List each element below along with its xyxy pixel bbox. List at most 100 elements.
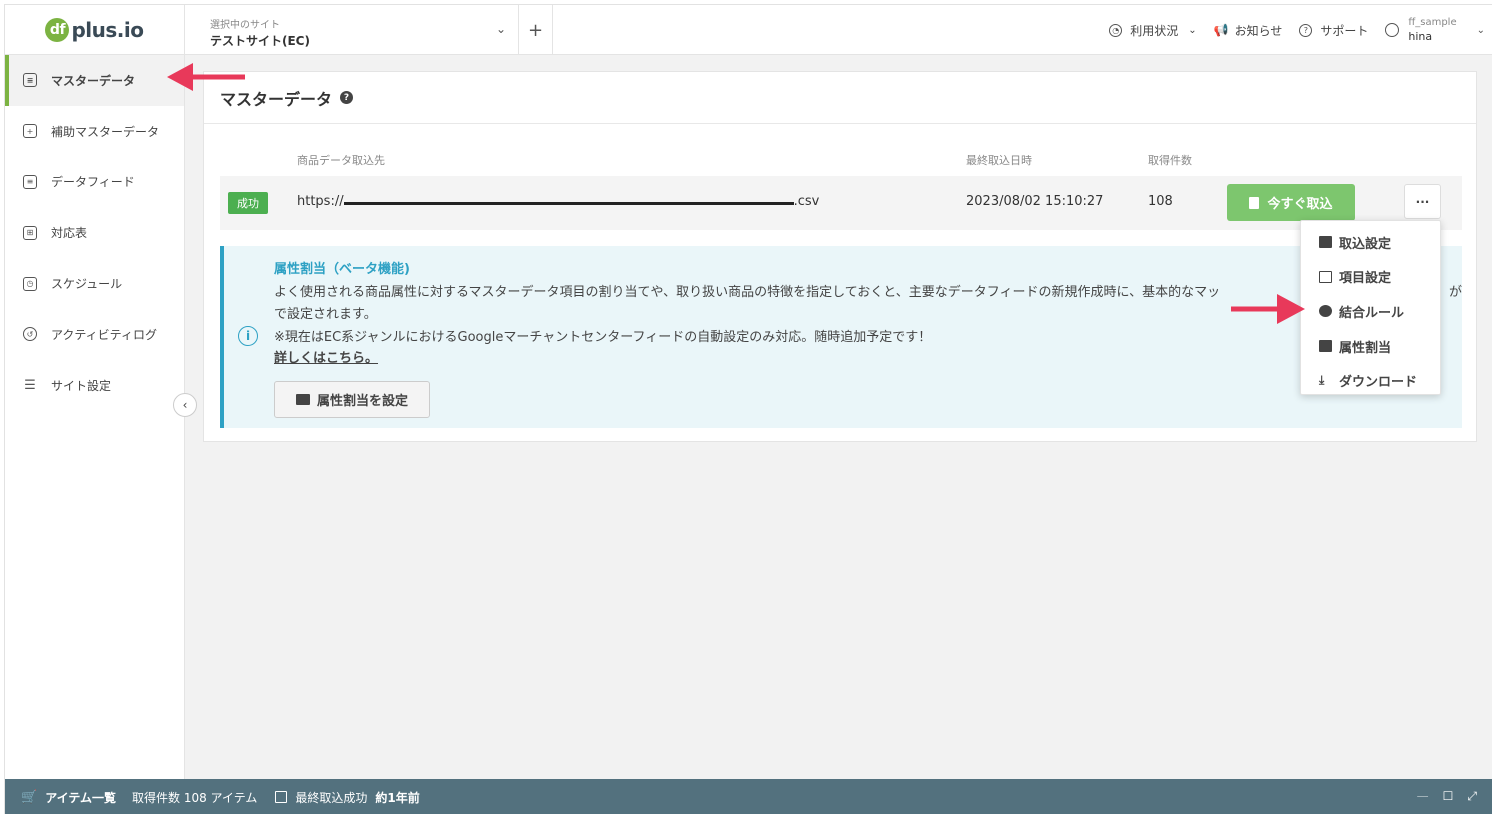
merge-icon <box>1319 305 1332 318</box>
sidebar-item-label: データフィード <box>51 175 135 190</box>
table-icon: ⊞ <box>23 225 37 240</box>
minimize-icon[interactable]: — <box>1417 789 1429 804</box>
logo[interactable]: df plus.io <box>5 5 185 55</box>
folder-import-icon <box>1319 236 1332 249</box>
info-text-line1: よく使用される商品属性に対するマスターデータ項目の割り当てや、取り扱い商品の特徴… <box>274 285 1221 300</box>
top-header: df plus.io 選択中のサイト テストサイト(EC) ⌄ + ◔ 利用状況… <box>5 5 1492 55</box>
menu-item-attribute-assignment[interactable]: 属性割当 <box>1301 329 1440 364</box>
database-plus-icon: + <box>23 124 37 139</box>
menu-item-label: ダウンロード <box>1339 375 1418 391</box>
user-id: ff_sample <box>1408 17 1457 28</box>
sidebar-item-label: サイト設定 <box>51 378 112 393</box>
item-count-text: 取得件数 108 アイテム <box>132 790 258 805</box>
database-icon: ≡ <box>23 73 37 88</box>
redacted-url <box>343 193 794 205</box>
chevron-down-icon: ⌄ <box>1476 24 1485 36</box>
sidebar-item-label: 対応表 <box>51 226 88 241</box>
user-name: hina <box>1408 30 1433 43</box>
table-row: 成功 https://.csv 2023/08/02 15:10:27 108 … <box>220 176 1462 230</box>
url-suffix: .csv <box>793 194 820 209</box>
attribute-assignment-info: i 属性割当（ベータ機能) よく使用される商品属性に対するマスターデータ項目の割… <box>220 246 1462 428</box>
annotation-arrow-right <box>1231 294 1305 324</box>
import-now-button[interactable]: 今すぐ取込 <box>1227 184 1355 221</box>
file-icon: ≡ <box>23 174 37 189</box>
menu-item-label: 属性割当 <box>1339 340 1392 356</box>
status-bar: 🛒 アイテム一覧 取得件数 108 アイテム 最終取込成功 約1年前 — ☐ ⤢ <box>5 779 1492 814</box>
support-label: サポート <box>1320 23 1369 38</box>
sidebar-item-data-feed[interactable]: ≡ データフィード <box>5 157 184 208</box>
sidebar-item-mapping-table[interactable]: ⊞ 対応表 <box>5 207 184 258</box>
grid-icon <box>1319 270 1332 283</box>
item-list-link[interactable]: アイテム一覧 <box>45 789 116 806</box>
last-success-label: 最終取込成功 <box>295 790 368 805</box>
set-attribute-assignment-button[interactable]: 属性割当を設定 <box>274 381 430 418</box>
info-text-line3: ※現在はEC系ジャンルにおけるGoogleマーチャントセンターフィードの自動設定… <box>274 330 932 345</box>
sliders-icon: ☰ <box>24 377 36 393</box>
folder-icon <box>295 394 310 405</box>
info-title: 属性割当（ベータ機能) <box>274 262 410 277</box>
file-import-icon <box>1249 196 1260 209</box>
source-url: https:// .csv <box>297 194 819 209</box>
help-icon[interactable]: ? <box>340 91 354 104</box>
usage-menu[interactable]: ◔ 利用状況 ⌄ <box>1109 22 1197 39</box>
menu-item-label: 結合ルール <box>1339 305 1405 321</box>
set-attribute-assignment-label: 属性割当を設定 <box>316 394 408 409</box>
more-options-menu: 取込設定 項目設定 結合ルール 属性割当 ⤓ ダウンロード <box>1300 220 1441 395</box>
calendar-icon: ◷ <box>23 276 37 291</box>
menu-item-download[interactable]: ⤓ ダウンロード <box>1301 363 1440 398</box>
last-success-value: 約1年前 <box>375 790 420 805</box>
import-now-label: 今すぐ取込 <box>1267 197 1333 212</box>
site-selector-label: 選択中のサイト <box>210 20 280 31</box>
expand-icon[interactable]: ⤢ <box>1467 789 1477 804</box>
app-window: df plus.io 選択中のサイト テストサイト(EC) ⌄ + ◔ 利用状況… <box>4 4 1492 814</box>
question-icon: ? <box>1299 23 1313 37</box>
site-selector-value: テストサイト(EC) <box>210 34 310 48</box>
header-actions: ◔ 利用状況 ⌄ 📢 お知らせ ? サポート ff_sample hina ⌄ <box>1109 5 1492 55</box>
info-text-line1-end: が <box>1449 285 1463 300</box>
info-text-line2: で設定されます。 <box>274 307 377 322</box>
notice-link[interactable]: 📢 お知らせ <box>1214 22 1283 39</box>
megaphone-icon: 📢 <box>1213 23 1229 37</box>
master-data-card: マスターデータ ? 商品データ取込先 最終取込日時 取得件数 成功 https:… <box>203 71 1477 442</box>
column-header-last-import: 最終取込日時 <box>966 154 1032 167</box>
site-selector[interactable]: 選択中のサイト テストサイト(EC) ⌄ <box>185 5 519 55</box>
status-badge: 成功 <box>228 192 268 214</box>
last-import-date: 2023/08/02 15:10:27 <box>966 194 1104 209</box>
user-icon <box>1385 23 1400 37</box>
user-menu[interactable]: ff_sample hina ⌄ <box>1385 16 1485 44</box>
usage-label: 利用状況 <box>1130 23 1179 38</box>
menu-item-label: 取込設定 <box>1339 236 1392 252</box>
add-site-button[interactable]: + <box>519 5 553 55</box>
support-link[interactable]: ? サポート <box>1299 22 1368 39</box>
chevron-down-icon: ⌄ <box>1188 24 1197 36</box>
sidebar-item-master-data[interactable]: ≡ マスターデータ <box>5 55 184 106</box>
logo-text: plus.io <box>71 18 144 42</box>
chevron-left-icon: ‹ <box>182 398 188 412</box>
sidebar-item-label: アクティビティログ <box>51 327 157 342</box>
details-link[interactable]: 詳しくはこちら。 <box>274 347 378 366</box>
sidebar-item-schedule[interactable]: ◷ スケジュール <box>5 258 184 309</box>
history-icon: ↺ <box>23 327 37 342</box>
sidebar-item-sub-master-data[interactable]: + 補助マスターデータ <box>5 106 184 157</box>
sidebar-item-label: マスターデータ <box>51 73 136 88</box>
notice-label: お知らせ <box>1234 23 1283 38</box>
sidebar-item-label: 補助マスターデータ <box>51 124 160 139</box>
annotation-arrow-left <box>167 63 245 91</box>
sidebar-item-activity-log[interactable]: ↺ アクティビティログ <box>5 309 184 360</box>
calendar-icon <box>275 791 288 803</box>
column-header-count: 取得件数 <box>1148 154 1192 167</box>
menu-item-label: 項目設定 <box>1339 271 1392 287</box>
sidebar-collapse-button[interactable]: ‹ <box>173 393 197 417</box>
more-options-button[interactable]: ··· <box>1404 184 1441 219</box>
item-count: 108 <box>1148 194 1173 209</box>
logo-mark-icon: df <box>45 18 70 42</box>
maximize-icon[interactable]: ☐ <box>1443 789 1454 804</box>
cart-icon: 🛒 <box>21 789 38 805</box>
menu-item-merge-rules[interactable]: 結合ルール <box>1301 294 1440 329</box>
download-icon: ⤓ <box>1319 373 1325 388</box>
chevron-down-icon: ⌄ <box>495 22 506 36</box>
sidebar-item-site-settings[interactable]: ☰ サイト設定 <box>5 360 184 411</box>
menu-item-import-settings[interactable]: 取込設定 <box>1301 225 1440 260</box>
sidebar: ≡ マスターデータ + 補助マスターデータ ≡ データフィード ⊞ 対応表 ◷ … <box>5 55 185 779</box>
menu-item-field-settings[interactable]: 項目設定 <box>1301 260 1440 295</box>
